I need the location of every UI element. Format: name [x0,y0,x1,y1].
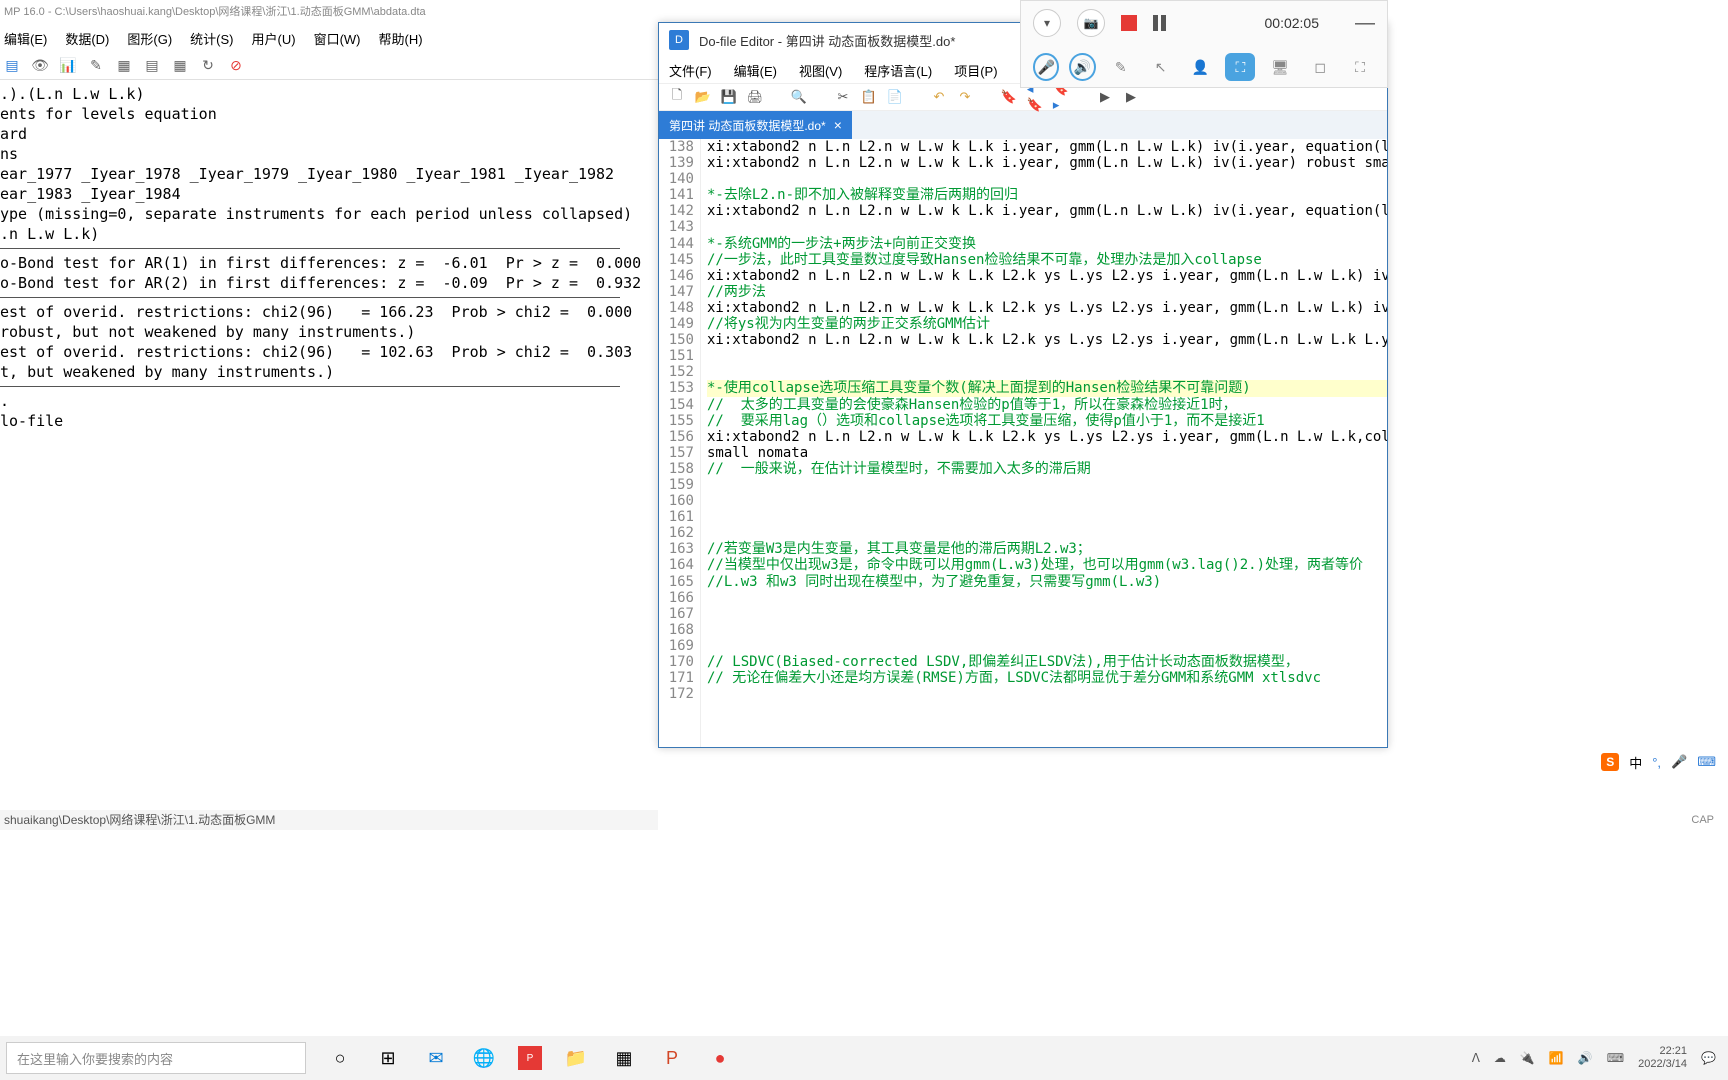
menu-stat[interactable]: 统计(S) [190,29,233,48]
data-icon[interactable]: ▦ [116,58,132,74]
line-gutter: 1381391401411421431441451461471481491501… [659,139,701,747]
ime-mic-icon[interactable]: 🎤 [1671,754,1687,770]
stata-main-window: MP 16.0 - C:\Users\haoshuai.kang\Desktop… [0,0,658,830]
ime-punct-icon[interactable]: °, [1652,755,1661,770]
menu-window[interactable]: 窗口(W) [314,29,361,48]
window-icon[interactable]: ◻ [1305,53,1335,81]
pause-record-button[interactable] [1153,15,1166,31]
dofile-code-editor[interactable]: 1381391401411421431441451461471481491501… [659,139,1387,747]
windows-taskbar: 在这里输入你要搜索的内容 ○ ⊞ ✉ 🌐 P 📁 ▦ P ● ᐱ ☁ 🔌 📶 🔊… [0,1036,1728,1080]
dofile-tabbar: 第四讲 动态面板数据模型.do* × [659,111,1387,139]
dofile-editor-window: D Do-file Editor - 第四讲 动态面板数据模型.do* 文件(F… [658,22,1388,748]
fullscreen-icon[interactable]: ⛶ [1345,53,1375,81]
caps-indicator: CAP [1691,814,1714,826]
ime-keyboard-icon[interactable]: ⌨ [1697,754,1716,770]
vars-icon[interactable]: ▤ [144,58,160,74]
stata-menubar: 编辑(E) 数据(D) 图形(G) 统计(S) 用户(U) 窗口(W) 帮助(H… [0,24,658,52]
stata-toolbar: ▤ 👁 📊 ✎ ▦ ▤ ▦ ↻ ⊘ [0,52,658,80]
menu-user[interactable]: 用户(U) [252,29,296,48]
sogou-icon[interactable]: S [1601,753,1619,771]
ime-tray-icon[interactable]: ⌨ [1607,1051,1624,1065]
df-menu-lang[interactable]: 程序语言(L) [864,61,932,80]
bookmark-icon[interactable]: 🔖 [1001,89,1017,105]
chrome-icon[interactable]: 🌐 [470,1044,498,1072]
explorer-icon[interactable]: 📁 [562,1044,590,1072]
df-menu-view[interactable]: 视图(V) [799,61,842,80]
ime-lang[interactable]: 中 [1629,753,1642,772]
ime-statusbar: S 中 °, 🎤 ⌨ [658,750,1728,774]
undo-icon[interactable]: ↶ [931,89,947,105]
taskbar-search-input[interactable]: 在这里输入你要搜索的内容 [6,1042,306,1074]
wifi-icon[interactable]: 📶 [1549,1051,1564,1065]
open-icon[interactable]: 📂 [695,89,711,105]
paste-icon[interactable]: 📄 [887,89,903,105]
cut-icon[interactable]: ✂ [835,89,851,105]
edit-icon[interactable]: ✎ [88,58,104,74]
system-tray: ᐱ ☁ 🔌 📶 🔊 ⌨ 22:21 2022/3/14 💬 [1472,1045,1728,1071]
mail-icon[interactable]: ✉ [422,1044,450,1072]
run-selection-icon[interactable]: ▶ [1123,89,1139,105]
cursor-icon[interactable]: ↖ [1146,53,1176,81]
webcam-icon[interactable]: 👤 [1186,53,1216,81]
pen-icon[interactable]: ✎ [1106,53,1136,81]
dofile-app-icon: D [669,30,689,50]
screen-recorder-bar: ▾ 📷 00:02:05 — 🎤 🔊 ✎ ↖ 👤 ⛶ 🖥 ◻ ⛶ [1020,0,1388,88]
speaker-icon[interactable]: 🔊 [1069,53,1095,81]
eye-icon[interactable]: 👁 [32,58,48,74]
mic-icon[interactable]: 🎤 [1033,53,1059,81]
search-placeholder: 在这里输入你要搜索的内容 [17,1049,173,1068]
powerpoint-icon[interactable]: P [658,1044,686,1072]
stop-record-button[interactable] [1121,15,1137,31]
df-menu-file[interactable]: 文件(F) [669,61,712,80]
taskbar-clock[interactable]: 22:21 2022/3/14 [1638,1045,1687,1071]
recorder-task-icon[interactable]: ● [706,1044,734,1072]
recording-time: 00:02:05 [1265,15,1320,31]
run-icon[interactable]: ▶ [1097,89,1113,105]
dofile-title: Do-file Editor - 第四讲 动态面板数据模型.do* [699,31,955,50]
stop-icon[interactable]: ⊘ [228,58,244,74]
power-icon[interactable]: 🔌 [1520,1051,1535,1065]
menu-edit[interactable]: 编辑(E) [4,29,47,48]
stata-window-title: MP 16.0 - C:\Users\haoshuai.kang\Desktop… [0,0,658,24]
stata-results-pane: .).(L.n L.w L.k)ents for levels equation… [0,80,658,435]
stata-statusbar: shuaikang\Desktop\网络课程\浙江\1.动态面板GMM [0,810,658,830]
grid-icon[interactable]: ▦ [172,58,188,74]
minimize-icon[interactable]: — [1355,12,1375,35]
save-icon[interactable]: 💾 [721,89,737,105]
bookmark-next-icon[interactable]: 🔖▸ [1053,89,1069,105]
monitor-icon[interactable]: 🖥 [1265,53,1295,81]
volume-icon[interactable]: 🔊 [1578,1051,1593,1065]
search-icon[interactable]: 🔍 [791,89,807,105]
bookmark-prev-icon[interactable]: ◂🔖 [1027,89,1043,105]
pdf-icon[interactable]: P [518,1046,542,1070]
menu-data[interactable]: 数据(D) [65,29,109,48]
cortana-icon[interactable]: ○ [326,1044,354,1072]
tab-close-icon[interactable]: × [834,117,842,133]
notification-icon[interactable]: 💬 [1701,1051,1716,1065]
redo-icon[interactable]: ↷ [957,89,973,105]
recorder-menu-icon[interactable]: ▾ [1033,9,1061,37]
code-area[interactable]: xi:xtabond2 n L.n L2.n w L.w k L.k i.yea… [701,139,1387,747]
taskview-icon[interactable]: ⊞ [374,1044,402,1072]
camera-icon[interactable]: 📷 [1077,9,1105,37]
save-icon[interactable]: ▤ [4,58,20,74]
dofile-tab-active[interactable]: 第四讲 动态面板数据模型.do* × [659,111,852,139]
df-menu-project[interactable]: 项目(P) [954,61,997,80]
tab-label: 第四讲 动态面板数据模型.do* [669,117,826,134]
stata-task-icon[interactable]: ▦ [610,1044,638,1072]
df-menu-edit[interactable]: 编辑(E) [734,61,777,80]
print-icon[interactable]: 🖨 [747,89,763,105]
refresh-icon[interactable]: ↻ [200,58,216,74]
region-icon[interactable]: ⛶ [1225,53,1255,81]
tray-up-icon[interactable]: ᐱ [1472,1051,1480,1065]
menu-graph[interactable]: 图形(G) [127,29,172,48]
bar-icon[interactable]: 📊 [60,58,76,74]
onedrive-icon[interactable]: ☁ [1494,1051,1506,1065]
menu-help[interactable]: 帮助(H) [379,29,423,48]
copy-icon[interactable]: 📋 [861,89,877,105]
new-icon[interactable]: 🗋 [669,89,685,105]
